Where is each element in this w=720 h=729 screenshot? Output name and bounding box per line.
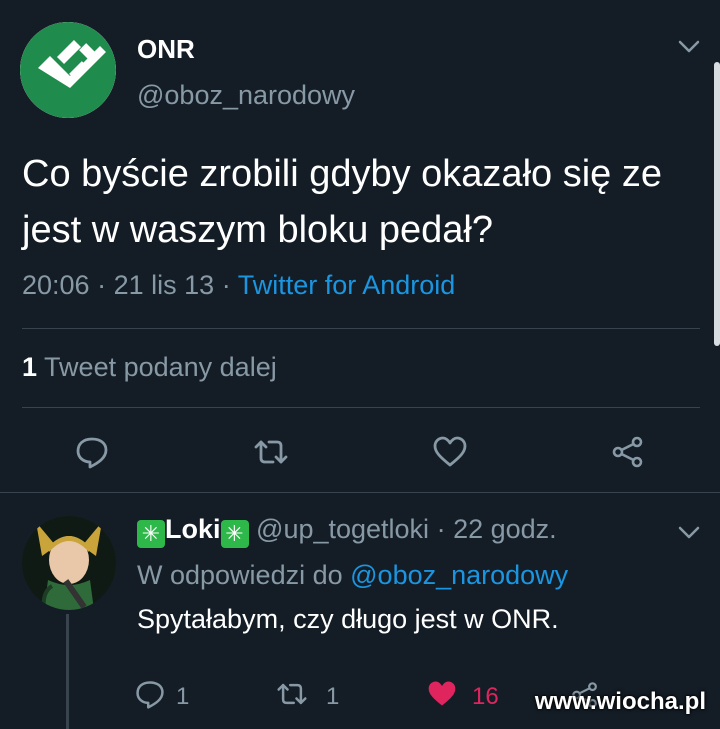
retweet-stats[interactable]: 1 Tweet podany dalej	[22, 352, 277, 383]
like-icon[interactable]	[432, 434, 468, 470]
sparkle-icon: ✳	[220, 520, 249, 548]
reply-icon[interactable]	[134, 678, 166, 710]
reply-avatar[interactable]	[22, 516, 116, 610]
like-icon-filled[interactable]	[426, 678, 458, 710]
share-icon[interactable]	[610, 434, 646, 470]
divider	[0, 492, 720, 493]
author-handle[interactable]: @oboz_narodowy	[137, 80, 355, 111]
reply-count: 1	[176, 683, 190, 710]
reply-icon[interactable]	[74, 434, 110, 470]
onr-avatar[interactable]	[20, 22, 116, 118]
retweet-count: 1	[22, 352, 38, 382]
tweet-source-link[interactable]: Twitter for Android	[238, 270, 456, 300]
thread-line	[66, 614, 69, 729]
reply-context: W odpowiedzi do @oboz_narodowy	[137, 560, 568, 591]
meta-separator: ·	[97, 270, 114, 300]
watermark: www.wiocha.pl	[534, 688, 706, 715]
divider	[22, 328, 700, 329]
scrollbar[interactable]	[714, 62, 720, 346]
meta-separator: ·	[436, 514, 446, 544]
tweet-time: 20:06	[22, 270, 90, 300]
loki-avatar-image	[22, 516, 116, 610]
chevron-down-icon[interactable]	[676, 522, 702, 542]
reply-prefix: W odpowiedzi do	[137, 560, 343, 590]
reply-to-link[interactable]: @oboz_narodowy	[350, 560, 568, 590]
retweet-count: 1	[326, 683, 340, 710]
retweet-icon[interactable]	[275, 678, 309, 710]
tweet-meta: 20:06 · 21 lis 13 · Twitter for Android	[22, 270, 455, 301]
meta-separator: ·	[221, 270, 238, 300]
reply-age[interactable]: 22 godz.	[453, 514, 557, 544]
chevron-down-icon[interactable]	[676, 36, 702, 56]
like-count: 16	[472, 683, 499, 710]
sparkle-icon: ✳	[137, 520, 165, 548]
reply-text: Spytałabym, czy długo jest w ONR.	[137, 604, 559, 634]
retweet-label: Tweet podany dalej	[44, 352, 277, 382]
divider	[22, 407, 700, 408]
tweet-text: Co byście zrobili gdyby okazało się ze j…	[22, 153, 662, 251]
reply-author-name[interactable]: Loki	[165, 514, 221, 544]
onr-logo-icon	[20, 22, 116, 118]
reply-author-handle[interactable]: @up_togetloki	[256, 514, 429, 544]
tweet-date: 21 lis 13	[113, 270, 215, 300]
retweet-icon[interactable]	[253, 434, 289, 470]
reply-header: ✳ Loki ✳ @up_togetloki · 22 godz.	[137, 514, 557, 548]
author-name[interactable]: ONR	[137, 34, 195, 65]
